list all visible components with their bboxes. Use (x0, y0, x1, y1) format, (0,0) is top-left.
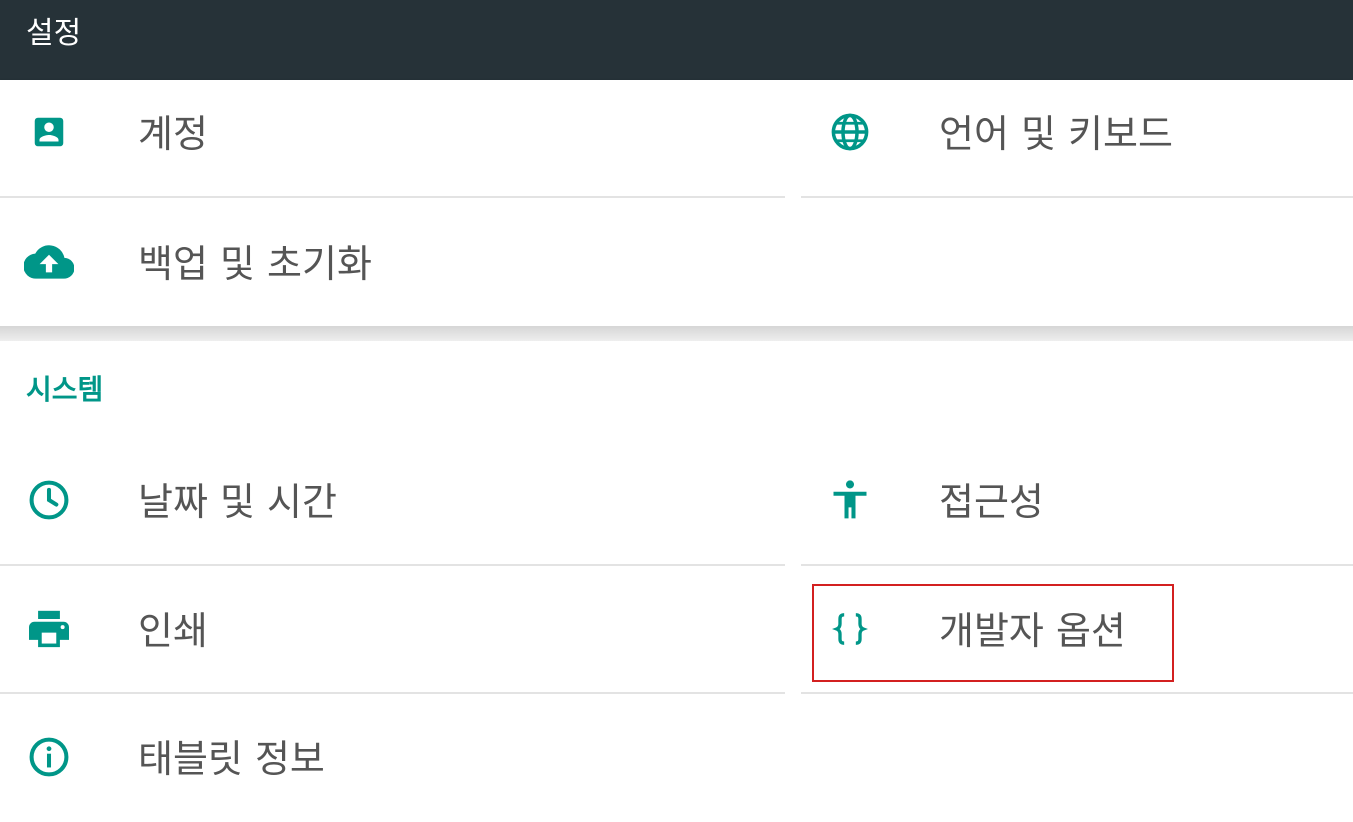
settings-item-about-tablet[interactable]: 태블릿 정보 (0, 694, 785, 822)
accessibility-icon (825, 475, 875, 525)
app-bar: 설정 (0, 0, 1353, 80)
settings-item-backup-reset[interactable]: 백업 및 초기화 (0, 199, 785, 327)
account-box-icon (24, 107, 74, 157)
section-header-system: 시스템 (26, 373, 104, 406)
settings-item-label: 날짜 및 시간 (138, 480, 337, 524)
settings-item-language-keyboard[interactable]: 언어 및 키보드 (801, 69, 1353, 197)
settings-item-label: 태블릿 정보 (138, 737, 325, 781)
settings-item-label: 계정 (138, 112, 208, 156)
section-separator (0, 326, 1353, 341)
settings-item-label: 언어 및 키보드 (939, 112, 1173, 156)
divider (0, 196, 785, 198)
highlight-box (812, 584, 1174, 682)
page-title: 설정 (26, 16, 82, 51)
settings-item-date-time[interactable]: 날짜 및 시간 (0, 437, 785, 565)
settings-item-accessibility[interactable]: 접근성 (801, 437, 1353, 565)
divider (801, 196, 1353, 198)
settings-item-label: 인쇄 (138, 609, 208, 653)
cloud-upload-icon (24, 237, 74, 287)
settings-item-account[interactable]: 계정 (0, 69, 785, 197)
globe-icon (825, 107, 875, 157)
printer-icon (24, 604, 74, 654)
clock-icon (24, 475, 74, 525)
settings-item-label: 접근성 (939, 480, 1044, 524)
settings-item-label: 백업 및 초기화 (138, 242, 372, 286)
settings-item-printing[interactable]: 인쇄 (0, 566, 785, 694)
divider (801, 692, 1353, 694)
info-icon (24, 732, 74, 782)
